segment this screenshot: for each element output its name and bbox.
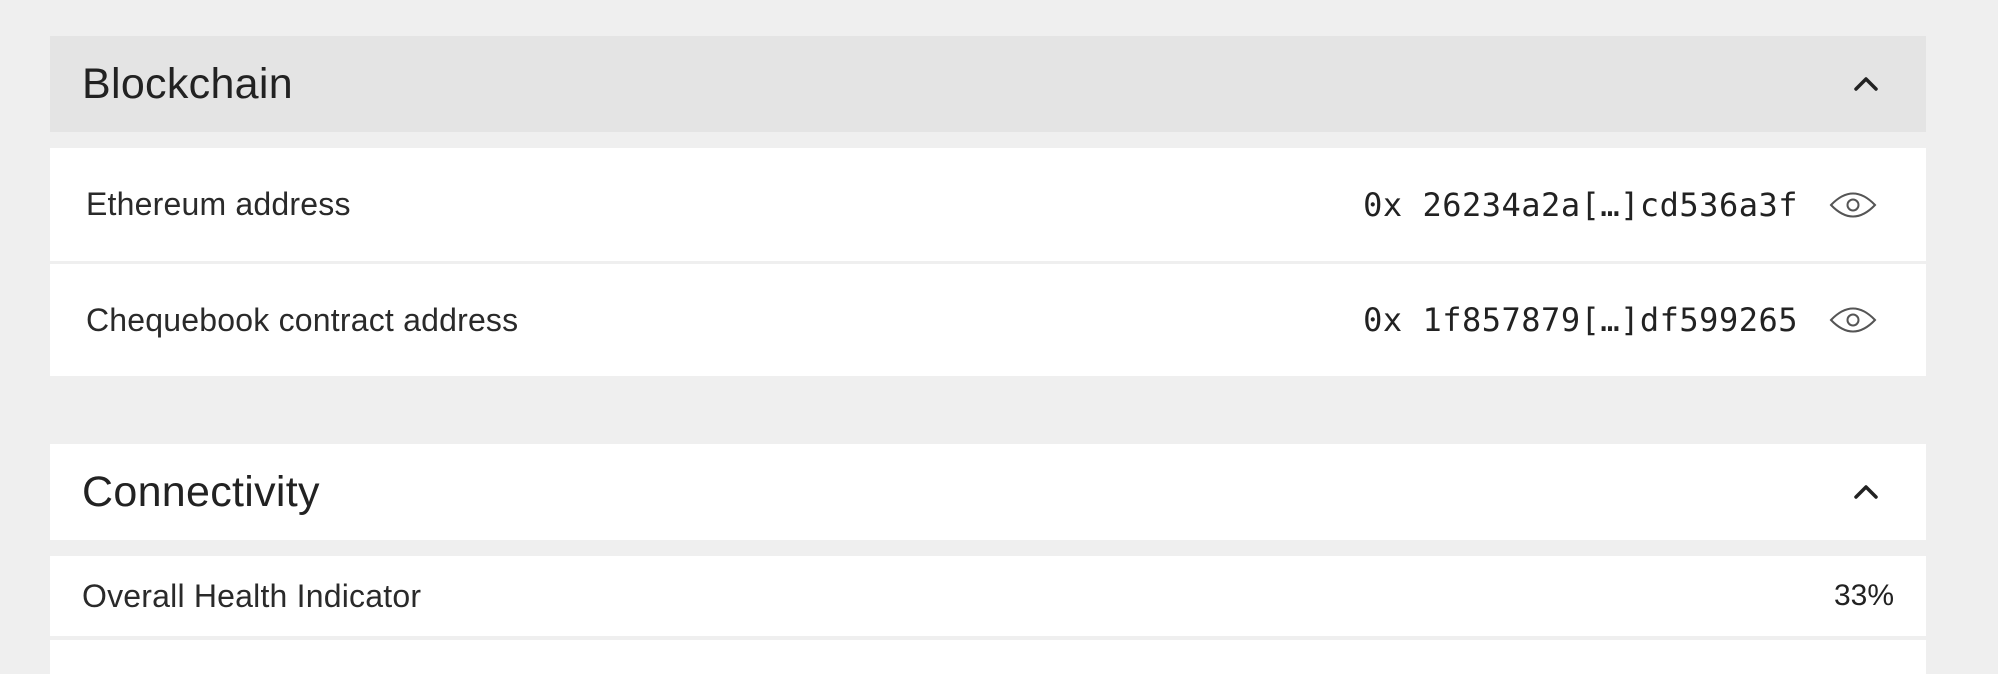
eye-icon[interactable] bbox=[1828, 187, 1878, 223]
chevron-up-icon[interactable] bbox=[1846, 64, 1886, 104]
chequebook-address-label: Chequebook contract address bbox=[86, 301, 519, 338]
overall-health-label: Overall Health Indicator bbox=[82, 577, 422, 614]
chevron-up-icon[interactable] bbox=[1846, 472, 1886, 512]
chequebook-address-value: 0x 1f857879[…]df599265 bbox=[1363, 301, 1798, 339]
chequebook-address-row: Chequebook contract address 0x 1f857879[… bbox=[50, 264, 1926, 376]
ethereum-address-row: Ethereum address 0x 26234a2a[…]cd536a3f bbox=[50, 148, 1926, 261]
next-row-partial bbox=[50, 640, 1926, 674]
ethereum-address-label: Ethereum address bbox=[86, 186, 351, 222]
overall-health-row: Overall Health Indicator 33% bbox=[50, 556, 1926, 636]
connectivity-section-header[interactable]: Connectivity bbox=[50, 444, 1926, 540]
eye-icon[interactable] bbox=[1828, 302, 1878, 338]
blockchain-section-title: Blockchain bbox=[82, 59, 293, 108]
ethereum-address-value: 0x 26234a2a[…]cd536a3f bbox=[1363, 185, 1798, 224]
blockchain-section-header[interactable]: Blockchain bbox=[50, 36, 1926, 132]
settings-page: Blockchain Ethereum address 0x 26234a2a[… bbox=[0, 0, 1998, 674]
overall-health-value: 33% bbox=[1833, 579, 1894, 612]
connectivity-section-title: Connectivity bbox=[82, 467, 320, 516]
